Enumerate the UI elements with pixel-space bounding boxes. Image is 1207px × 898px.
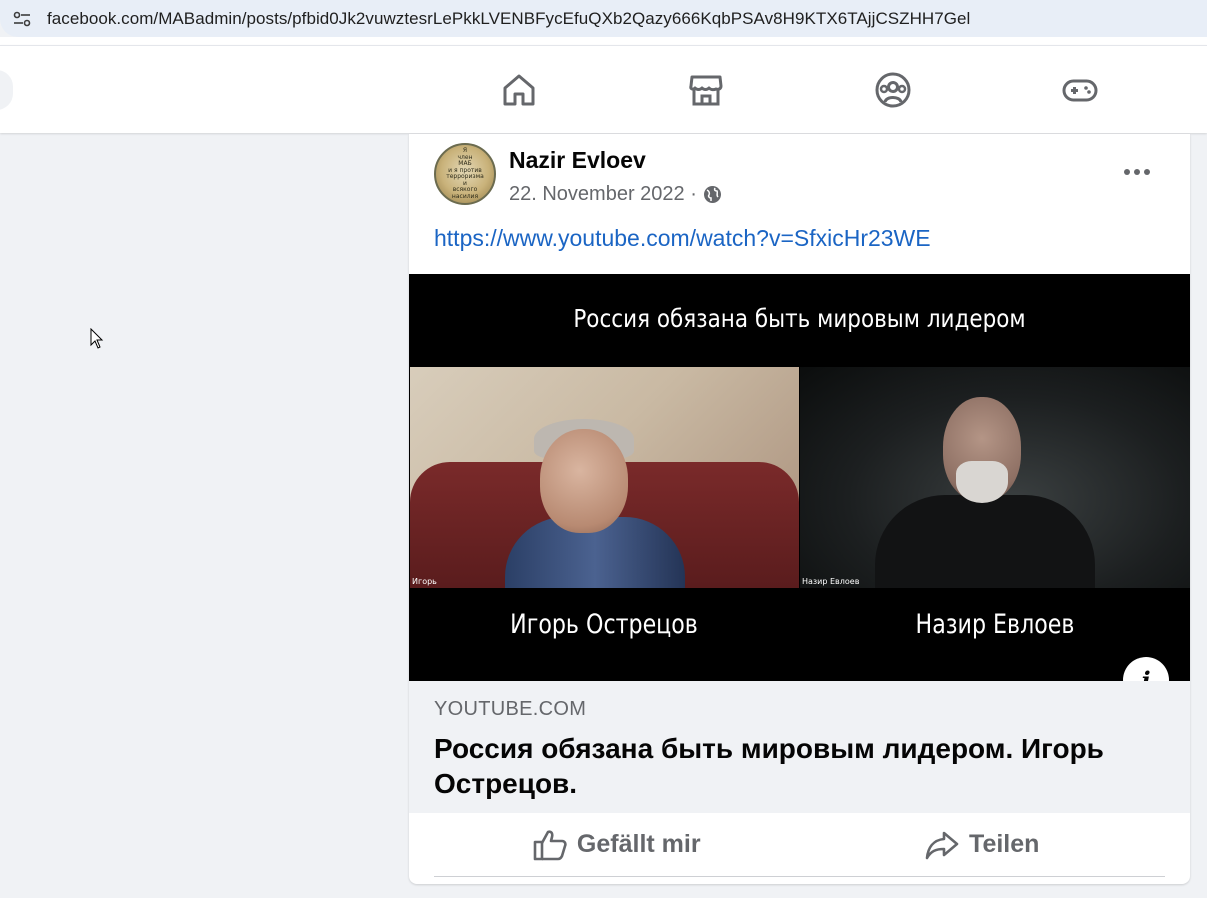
avatar[interactable]: Я член МАБ и я против терроризма и всяко… bbox=[434, 143, 496, 205]
frame-caption-left: Игорь bbox=[412, 577, 437, 586]
url-text[interactable]: facebook.com/MABadmin/posts/pfbid0Jk2vuw… bbox=[47, 9, 970, 29]
address-bar[interactable]: facebook.com/MABadmin/posts/pfbid0Jk2vuw… bbox=[0, 0, 1207, 37]
avatar-text: насилия bbox=[451, 192, 479, 200]
frame-caption-right: Назир Евлоев bbox=[802, 577, 860, 586]
like-label: Gefällt mir bbox=[576, 830, 701, 858]
post-link[interactable]: https://www.youtube.com/watch?v=SfxicHr2… bbox=[434, 225, 931, 252]
globe-icon bbox=[703, 185, 722, 204]
toolbar-gap bbox=[0, 37, 1207, 45]
video-thumbnail[interactable]: Россия обязана быть мировым лидером Игор… bbox=[409, 274, 1190, 681]
person-beard bbox=[956, 461, 1008, 503]
like-button[interactable]: Gefällt mir bbox=[434, 813, 800, 876]
marketplace-icon[interactable] bbox=[684, 68, 728, 112]
post-author[interactable]: Nazir Evloev bbox=[509, 147, 646, 174]
post-card: Я член МАБ и я против терроризма и всяко… bbox=[409, 134, 1190, 884]
preview-title: Россия обязана быть мировым лидером. Иго… bbox=[434, 733, 1104, 799]
home-icon[interactable] bbox=[497, 68, 541, 112]
groups-icon[interactable] bbox=[871, 68, 915, 112]
gaming-icon[interactable] bbox=[1058, 68, 1102, 112]
link-preview[interactable]: YOUTUBE.COM Россия обязана быть мировым … bbox=[409, 681, 1190, 813]
preview-domain: YOUTUBE.COM bbox=[434, 698, 587, 720]
search-box[interactable] bbox=[0, 70, 13, 110]
thumbs-up-icon bbox=[533, 829, 567, 860]
mouse-cursor-icon bbox=[90, 327, 104, 354]
video-title-overlay: Россия обязана быть мировым лидером bbox=[573, 304, 1026, 333]
video-name-right: Назир Евлоев bbox=[915, 609, 1075, 640]
post-meta: 22. November 2022 · bbox=[509, 183, 722, 206]
share-button[interactable]: Teilen bbox=[800, 813, 1166, 876]
post-date[interactable]: 22. November 2022 · bbox=[509, 183, 697, 206]
share-label: Teilen bbox=[969, 830, 1040, 858]
person-head bbox=[540, 429, 628, 533]
video-frame-right: Назир Евлоев bbox=[800, 367, 1190, 588]
site-settings-icon[interactable] bbox=[11, 8, 33, 30]
video-name-left: Игорь Острецов bbox=[510, 609, 698, 640]
person-body bbox=[875, 495, 1095, 588]
share-icon bbox=[925, 831, 959, 859]
more-options-icon[interactable] bbox=[1119, 154, 1155, 190]
top-navigation bbox=[0, 45, 1207, 133]
post-actions: Gefällt mir Teilen bbox=[434, 813, 1165, 877]
video-frame-left: Игорь bbox=[410, 367, 799, 588]
